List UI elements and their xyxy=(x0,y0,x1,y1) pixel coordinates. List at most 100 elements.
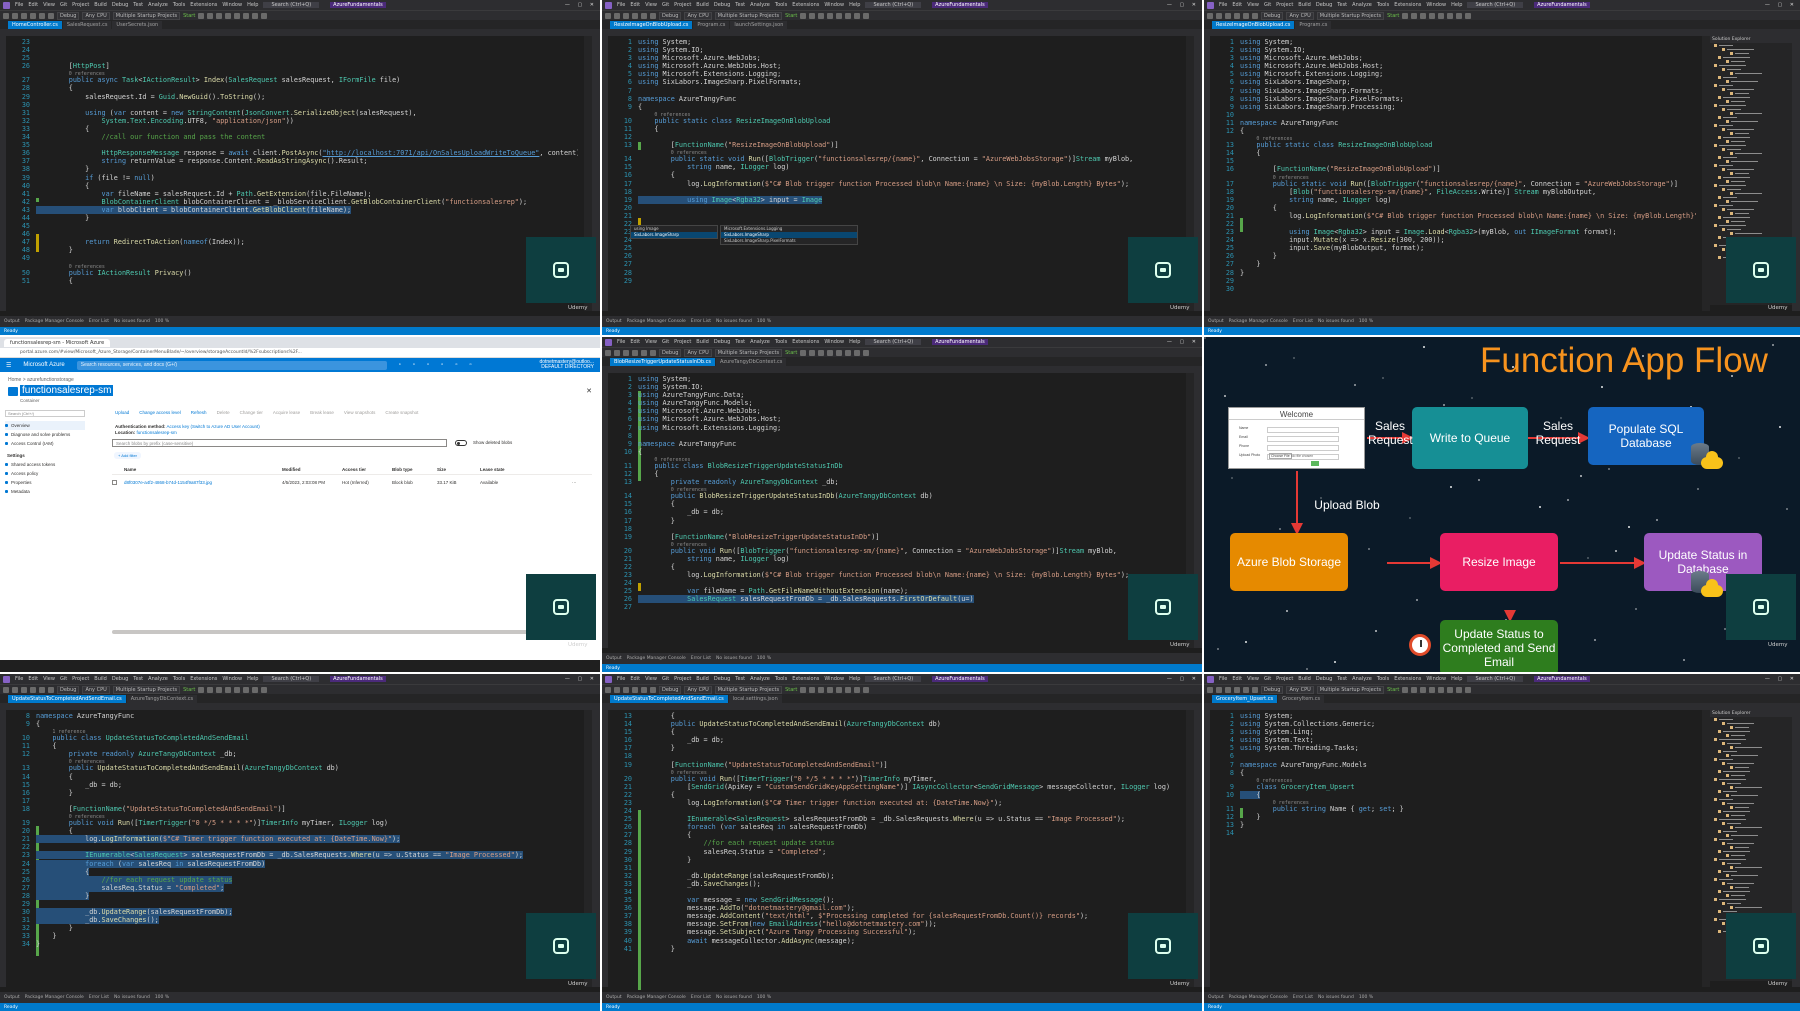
toolbar-icon[interactable] xyxy=(39,12,45,19)
toolbar-icon[interactable] xyxy=(225,686,232,693)
vs-menu-item[interactable]: Build xyxy=(94,676,107,682)
toolbar-icon[interactable] xyxy=(1456,12,1463,19)
document-tab[interactable]: AzureTangyDbContext.cs xyxy=(126,695,198,703)
vs-menu-item[interactable]: View xyxy=(645,339,657,345)
location-value[interactable]: functionsalesrep-sm xyxy=(137,430,177,435)
toolbar-icon[interactable] xyxy=(863,12,870,19)
close-icon[interactable]: ✕ xyxy=(586,387,592,395)
vs-menu-item[interactable]: Build xyxy=(1298,676,1311,682)
vs-menu-item[interactable]: Analyze xyxy=(750,339,770,345)
bottom-tool-tab[interactable]: Output xyxy=(4,319,20,324)
table-row[interactable]: d8f0307e-a4f2-4868-b74d-1154f9a87f33.jpg… xyxy=(112,477,592,487)
vs-menu-item[interactable]: Git xyxy=(1264,2,1271,8)
vs-menu-item[interactable]: Tools xyxy=(173,676,185,682)
toolbar-icon[interactable] xyxy=(1420,686,1427,693)
blade-menu-item[interactable]: Metadata xyxy=(5,487,85,496)
document-tab[interactable]: UpdateStatusToCompletedAndSendEmail.cs xyxy=(610,695,728,703)
zoom-level[interactable]: 100 % xyxy=(1359,995,1373,1000)
azure-brand[interactable]: Microsoft Azure xyxy=(23,362,64,368)
startup-dropdown[interactable]: Multiple Startup Projects xyxy=(112,11,181,20)
code-editor[interactable]: 13 {14 public UpdateStatusToCompletedAnd… xyxy=(610,712,1180,983)
config-dropdown[interactable]: Debug xyxy=(659,348,682,357)
toolbar-icon[interactable] xyxy=(1207,686,1213,693)
vs-menu-item[interactable]: Git xyxy=(1264,676,1271,682)
intellisense-popup[interactable]: using Image SixLabors.ImageSharp xyxy=(630,225,718,239)
toolbar-icon[interactable] xyxy=(1420,12,1427,19)
menu-search-input[interactable]: Search (Ctrl+/) xyxy=(5,410,85,417)
toolbar-icon[interactable] xyxy=(48,686,54,693)
window-controls-icon[interactable]: — ▢ ✕ xyxy=(565,676,597,682)
toolbar-icon[interactable] xyxy=(30,686,36,693)
toolbar-icon[interactable] xyxy=(1402,12,1409,19)
start-button[interactable]: Start xyxy=(1387,687,1399,693)
vs-menu-item[interactable]: Analyze xyxy=(1352,676,1372,682)
column-header[interactable]: Access tier xyxy=(342,467,366,472)
bottom-tool-tab[interactable]: Package Manager Console xyxy=(627,319,686,324)
code-editor[interactable]: 23 24 25 26 [HttpPost] 0 references 27 publi… xyxy=(8,38,578,307)
toolbar-icon[interactable] xyxy=(614,686,620,693)
toolbar-icon[interactable] xyxy=(623,12,629,19)
vs-menu-item[interactable]: Project xyxy=(1276,2,1293,8)
blob-name-link[interactable]: d8f0307e-a4f2-4868-b74d-1154f9a87f33.jpg xyxy=(124,480,212,485)
feedback-icon[interactable]: ▫ xyxy=(469,362,471,368)
bottom-tool-tab[interactable]: Error List xyxy=(1293,319,1313,324)
vs-menu-item[interactable]: Help xyxy=(849,676,860,682)
vs-menu-item[interactable]: Project xyxy=(1276,676,1293,682)
toolbar-icon[interactable] xyxy=(216,686,223,693)
command-button[interactable]: Change tier xyxy=(240,410,263,415)
bottom-tool-tab[interactable]: Package Manager Console xyxy=(627,656,686,661)
vs-menu-item[interactable]: Edit xyxy=(28,676,38,682)
vs-menu-item[interactable]: Edit xyxy=(630,676,640,682)
cloud-shell-icon[interactable]: ▫ xyxy=(399,362,401,368)
vs-menu-item[interactable]: Project xyxy=(674,2,691,8)
vs-menu-item[interactable]: Window xyxy=(824,339,844,345)
toolbar-icon[interactable] xyxy=(836,686,843,693)
zoom-level[interactable]: 100 % xyxy=(757,656,771,661)
vs-menu-item[interactable]: Analyze xyxy=(148,2,168,8)
vs-menu-item[interactable]: Debug xyxy=(112,676,128,682)
toolbar-icon[interactable] xyxy=(1234,686,1240,693)
config-dropdown[interactable]: Debug xyxy=(1261,685,1284,694)
toolbar-icon[interactable] xyxy=(1429,686,1436,693)
toolbar-icon[interactable] xyxy=(809,349,816,356)
start-button[interactable]: Start xyxy=(183,13,195,19)
toolbar-icon[interactable] xyxy=(863,686,870,693)
vs-menu-item[interactable]: Tools xyxy=(775,676,787,682)
toolbar-icon[interactable] xyxy=(863,349,870,356)
column-header[interactable]: Modified xyxy=(282,467,301,472)
toolbar-icon[interactable] xyxy=(12,12,18,19)
toolbar-icon[interactable] xyxy=(1225,686,1231,693)
vs-search-box[interactable]: Search (Ctrl+Q) xyxy=(1467,676,1524,682)
browser-tab[interactable]: functionsalesrep-sm - Microsoft Azure xyxy=(4,338,111,347)
quick-action-popup[interactable]: Microsoft.Extensions.Logging SixLabors.Im… xyxy=(720,225,858,245)
toolbar-icon[interactable] xyxy=(1252,686,1258,693)
command-button[interactable]: Acquire lease xyxy=(273,410,300,415)
toolbar-icon[interactable] xyxy=(30,12,36,19)
quick-action-item[interactable]: SixLabors.ImageSharp.PixelFormats xyxy=(721,238,857,244)
platform-dropdown[interactable]: Any CPU xyxy=(684,11,712,20)
zoom-level[interactable]: 100 % xyxy=(155,319,169,324)
document-tab[interactable]: GroceryItem_Upsert.cs xyxy=(1212,695,1278,703)
directory-icon[interactable]: ▫ xyxy=(413,362,415,368)
auth-method-link[interactable]: Access key (Switch to Azure AD User Acco… xyxy=(167,424,260,429)
vs-menu-item[interactable]: Tools xyxy=(1377,2,1389,8)
vs-menu-item[interactable]: Project xyxy=(674,339,691,345)
toolbar-icon[interactable] xyxy=(605,349,611,356)
code-editor[interactable]: 1 using System; 2 using System.IO; 3 using Az… xyxy=(610,375,1180,644)
command-button[interactable]: Refresh xyxy=(191,410,207,415)
bottom-tool-tab[interactable]: Error List xyxy=(89,995,109,1000)
column-header[interactable]: Name xyxy=(124,467,136,472)
toolbar-icon[interactable] xyxy=(1429,12,1436,19)
editor-scrollbar[interactable] xyxy=(1702,36,1710,311)
vs-menu-item[interactable]: View xyxy=(1247,676,1259,682)
toolbar-icon[interactable] xyxy=(243,686,250,693)
vs-menu-item[interactable]: Extensions xyxy=(190,676,217,682)
toolbar-icon[interactable] xyxy=(234,686,241,693)
toolbar-icon[interactable] xyxy=(827,686,834,693)
toolbar-icon[interactable] xyxy=(809,686,816,693)
toolbar-icon[interactable] xyxy=(3,686,9,693)
bottom-tool-tab[interactable]: Package Manager Console xyxy=(1229,319,1288,324)
command-button[interactable]: Delete xyxy=(217,410,230,415)
vs-menu-item[interactable]: Git xyxy=(662,2,669,8)
vs-menu-item[interactable]: Test xyxy=(735,676,745,682)
